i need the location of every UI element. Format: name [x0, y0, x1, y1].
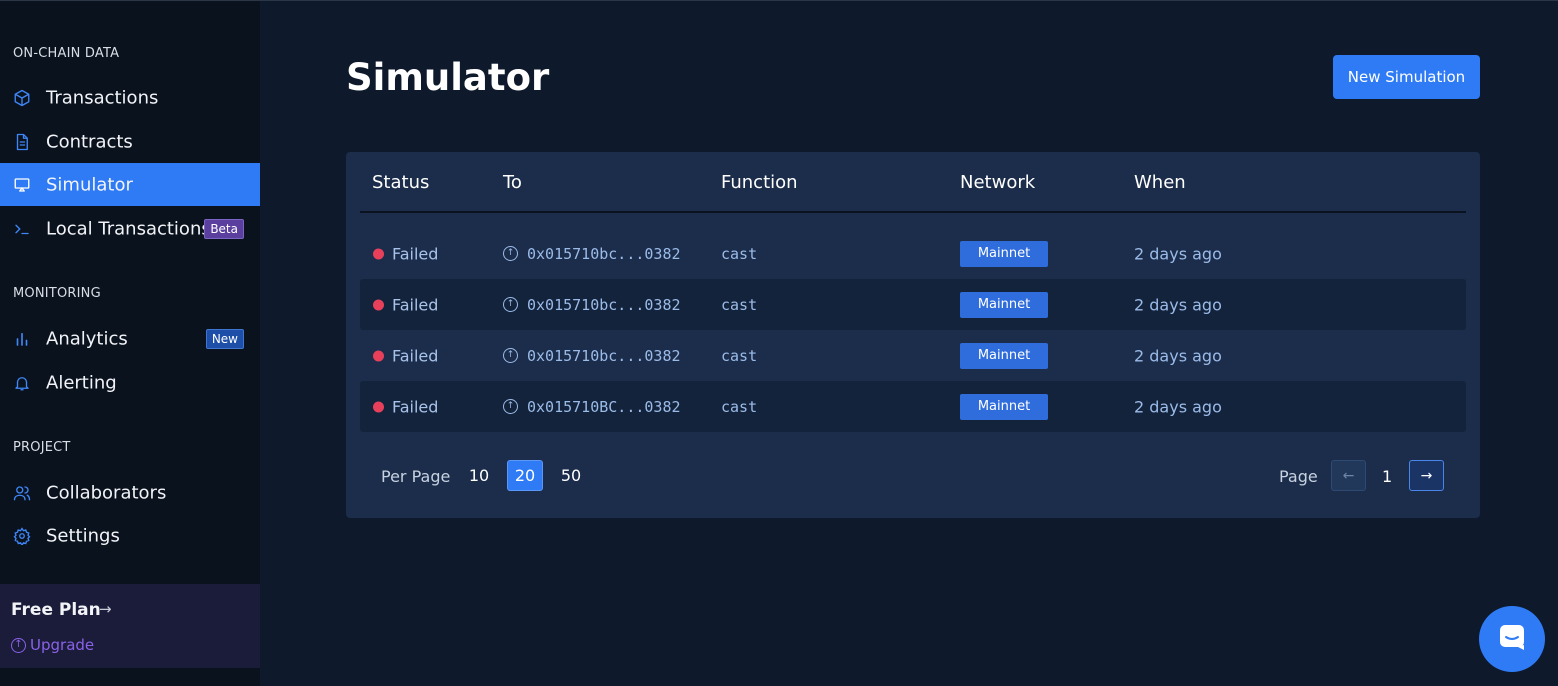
- cube-icon: [13, 89, 31, 107]
- sidebar-item-contracts[interactable]: Contracts: [0, 120, 260, 163]
- arrow-right-icon[interactable]: →: [99, 600, 112, 618]
- sidebar-item-collaborators[interactable]: Collaborators: [0, 471, 260, 514]
- to-address-text: 0x015710bc...0382: [527, 244, 681, 263]
- sidebar-item-label: Simulator: [46, 174, 133, 195]
- per-page-label: Per Page: [381, 467, 451, 486]
- new-badge: New: [205, 328, 244, 349]
- section-title-project: PROJECT: [13, 440, 71, 455]
- column-header-to: To: [503, 172, 522, 193]
- sidebar-item-label: Transactions: [46, 87, 159, 108]
- to-address-text: 0x015710BC...0382: [527, 397, 681, 416]
- page-label: Page: [1279, 467, 1318, 486]
- to-address[interactable]: ↑ 0x015710bc...0382: [503, 245, 681, 263]
- sidebar-item-alerting[interactable]: Alerting: [0, 361, 260, 404]
- table-row[interactable]: Failed ↑ 0x015710bc...0382 cast Mainnet …: [360, 228, 1466, 279]
- upgrade-label: Upgrade: [30, 636, 95, 654]
- function-name: cast: [721, 397, 758, 416]
- when-text: 2 days ago: [1134, 346, 1222, 365]
- status-text: Failed: [392, 295, 439, 314]
- document-icon: [13, 133, 31, 151]
- sidebar: ON-CHAIN DATA Transactions Contracts Sim…: [0, 1, 260, 686]
- to-address[interactable]: ↑ 0x015710bc...0382: [503, 296, 681, 314]
- bell-icon: [13, 374, 31, 392]
- new-simulation-button[interactable]: New Simulation: [1333, 55, 1480, 99]
- sidebar-item-label: Local Transactions: [46, 218, 211, 239]
- per-page-option-50[interactable]: 50: [553, 460, 589, 491]
- chat-launcher-button[interactable]: [1479, 606, 1545, 672]
- header-divider: [360, 211, 1466, 213]
- column-header-function: Function: [721, 172, 798, 193]
- status-text: Failed: [392, 244, 439, 263]
- status-text: Failed: [392, 397, 439, 416]
- column-header-network: Network: [960, 172, 1036, 193]
- terminal-icon: [13, 220, 31, 238]
- network-badge: Mainnet: [960, 393, 1048, 420]
- when-text: 2 days ago: [1134, 295, 1222, 314]
- status-dot: [373, 401, 384, 412]
- section-title-monitoring: MONITORING: [13, 286, 101, 301]
- to-address[interactable]: ↑ 0x015710BC...0382: [503, 398, 681, 416]
- arrow-left-icon: ←: [1342, 467, 1355, 484]
- previous-page-button[interactable]: ←: [1331, 460, 1366, 491]
- bar-chart-icon: [13, 330, 31, 348]
- network-badge: Mainnet: [960, 240, 1048, 267]
- sidebar-item-label: Collaborators: [46, 482, 167, 503]
- status-dot: [373, 248, 384, 259]
- plan-title[interactable]: Free Plan: [11, 600, 101, 620]
- status-dot: [373, 299, 384, 310]
- arrow-up-circle-icon: ↑: [11, 637, 26, 653]
- chat-icon: [1497, 622, 1527, 656]
- function-name: cast: [721, 244, 758, 263]
- arrow-up-circle-icon: ↑: [503, 348, 518, 363]
- arrow-right-icon: →: [1420, 467, 1433, 484]
- per-page-option-20[interactable]: 20: [507, 460, 543, 491]
- sidebar-item-analytics[interactable]: Analytics New: [0, 317, 260, 360]
- status-dot: [373, 350, 384, 361]
- simulations-table: Status To Function Network When Failed ↑…: [346, 152, 1480, 518]
- sidebar-item-label: Settings: [46, 525, 120, 546]
- status-text: Failed: [392, 346, 439, 365]
- sidebar-item-local-transactions[interactable]: Local Transactions Beta: [0, 207, 260, 250]
- sidebar-item-label: Contracts: [46, 131, 133, 152]
- table-row[interactable]: Failed ↑ 0x015710bc...0382 cast Mainnet …: [360, 279, 1466, 330]
- column-header-status: Status: [372, 172, 430, 193]
- arrow-up-circle-icon: ↑: [503, 246, 518, 261]
- current-page-number: 1: [1382, 467, 1393, 486]
- upgrade-link[interactable]: ↑ Upgrade: [11, 636, 94, 654]
- function-name: cast: [721, 346, 758, 365]
- monitor-icon: [13, 176, 31, 194]
- arrow-up-circle-icon: ↑: [503, 399, 518, 414]
- to-address-text: 0x015710bc...0382: [527, 346, 681, 365]
- sidebar-item-settings[interactable]: Settings: [0, 514, 260, 557]
- next-page-button[interactable]: →: [1409, 460, 1444, 491]
- when-text: 2 days ago: [1134, 244, 1222, 263]
- column-header-when: When: [1134, 172, 1186, 193]
- section-title-on-chain-data: ON-CHAIN DATA: [13, 46, 120, 61]
- beta-badge: Beta: [204, 218, 244, 239]
- network-badge: Mainnet: [960, 291, 1048, 318]
- to-address-text: 0x015710bc...0382: [527, 295, 681, 314]
- table-row[interactable]: Failed ↑ 0x015710bc...0382 cast Mainnet …: [360, 330, 1466, 381]
- when-text: 2 days ago: [1134, 397, 1222, 416]
- arrow-up-circle-icon: ↑: [503, 297, 518, 312]
- sidebar-item-label: Alerting: [46, 372, 117, 393]
- page-title: Simulator: [346, 56, 550, 99]
- users-icon: [13, 484, 31, 502]
- sidebar-item-simulator[interactable]: Simulator: [0, 163, 260, 206]
- table-row[interactable]: Failed ↑ 0x015710BC...0382 cast Mainnet …: [360, 381, 1466, 432]
- plan-panel: Free Plan → ↑ Upgrade: [0, 584, 260, 668]
- to-address[interactable]: ↑ 0x015710bc...0382: [503, 347, 681, 365]
- function-name: cast: [721, 295, 758, 314]
- sidebar-item-transactions[interactable]: Transactions: [0, 76, 260, 119]
- gear-icon: [13, 526, 31, 545]
- network-badge: Mainnet: [960, 342, 1048, 369]
- per-page-option-10[interactable]: 10: [461, 460, 497, 491]
- sidebar-item-label: Analytics: [46, 328, 128, 349]
